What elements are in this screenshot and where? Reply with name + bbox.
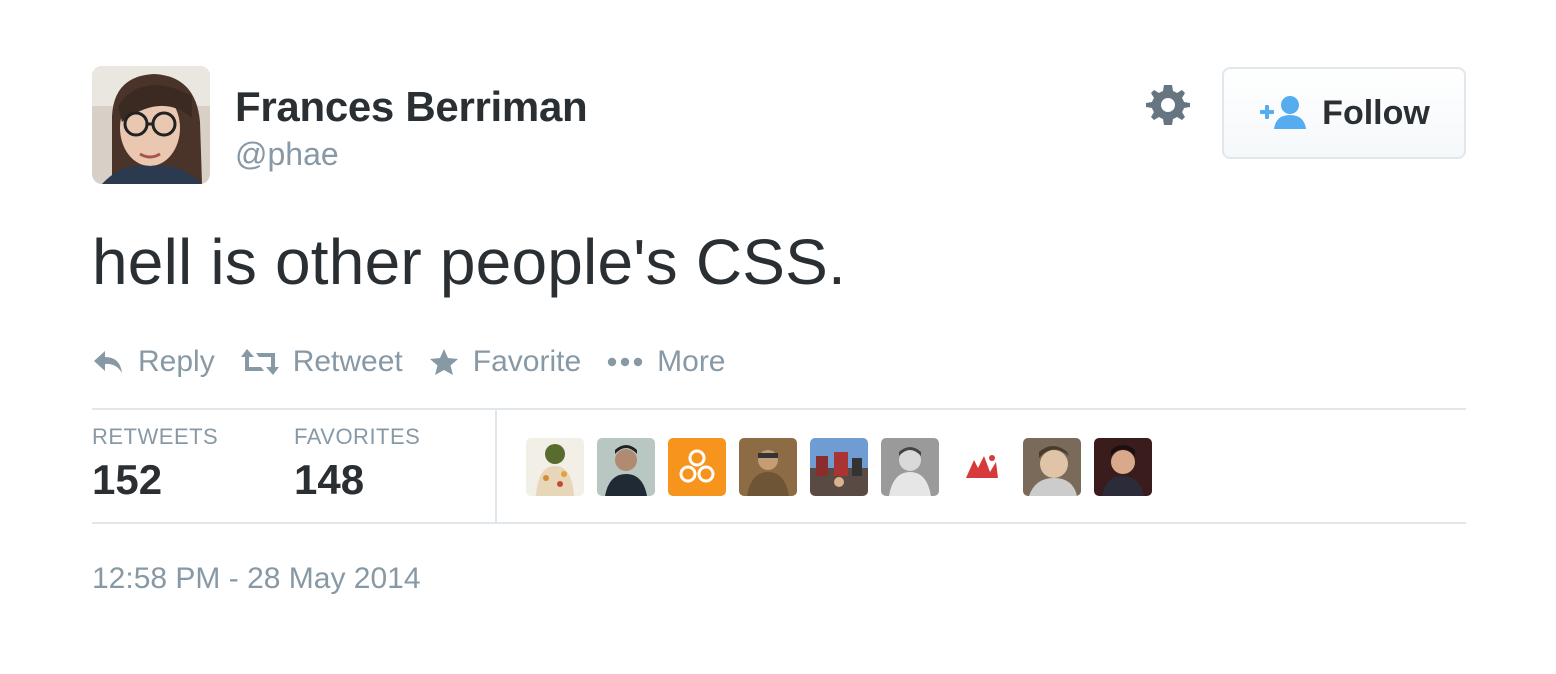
follow-button-label: Follow [1322, 93, 1430, 132]
retweets-stat[interactable]: RETWEETS 152 [92, 424, 218, 504]
stats-divider [495, 410, 497, 522]
reply-icon [94, 351, 122, 373]
favoriter-avatar[interactable] [952, 438, 1010, 496]
favoriter-avatar[interactable] [597, 438, 655, 496]
favorites-count: 148 [294, 456, 365, 503]
favoriter-avatar[interactable] [1094, 438, 1152, 496]
favorites-stat[interactable]: FAVORITES 148 [294, 424, 420, 504]
tweet-text: hell is other people's CSS. [92, 226, 847, 298]
author-fullname[interactable]: Frances Berriman [235, 83, 588, 131]
favorites-label: FAVORITES [294, 424, 421, 449]
favoriter-avatars [526, 438, 1152, 496]
favorite-action[interactable]: Favorite [429, 345, 581, 379]
favoriter-avatar[interactable] [1023, 438, 1081, 496]
tweet-card: Frances Berriman @phae Follow hell is ot… [92, 64, 1466, 624]
retweet-icon [240, 349, 279, 375]
favoriter-avatar[interactable] [668, 438, 726, 496]
favoriter-avatar[interactable] [739, 438, 797, 496]
star-icon [429, 349, 458, 375]
tweet-actions: Reply Retweet Favorite More [92, 340, 752, 384]
favorite-label: Favorite [472, 345, 582, 378]
author-username[interactable]: @phae [235, 136, 339, 173]
reply-action[interactable]: Reply [92, 345, 215, 379]
tweet-header: Frances Berriman @phae Follow [92, 64, 1466, 186]
favoriter-avatar[interactable] [526, 438, 584, 496]
retweets-count: 152 [92, 456, 163, 503]
favoriter-avatar[interactable] [810, 438, 868, 496]
author-avatar[interactable] [92, 66, 210, 184]
tweet-stats: RETWEETS 152 FAVORITES 148 [92, 408, 1466, 524]
follow-button[interactable]: Follow [1222, 67, 1466, 159]
add-user-icon [1258, 95, 1308, 131]
favoriter-avatar[interactable] [881, 438, 939, 496]
ellipsis-icon [607, 357, 643, 367]
more-label: More [657, 345, 726, 378]
gear-icon[interactable] [1144, 81, 1192, 129]
reply-label: Reply [138, 345, 215, 378]
retweets-label: RETWEETS [92, 424, 219, 449]
more-action[interactable]: More [607, 345, 726, 379]
tweet-timestamp[interactable]: 12:58 PM - 28 May 2014 [92, 562, 421, 596]
retweet-label: Retweet [292, 345, 403, 378]
retweet-action[interactable]: Retweet [240, 345, 403, 379]
